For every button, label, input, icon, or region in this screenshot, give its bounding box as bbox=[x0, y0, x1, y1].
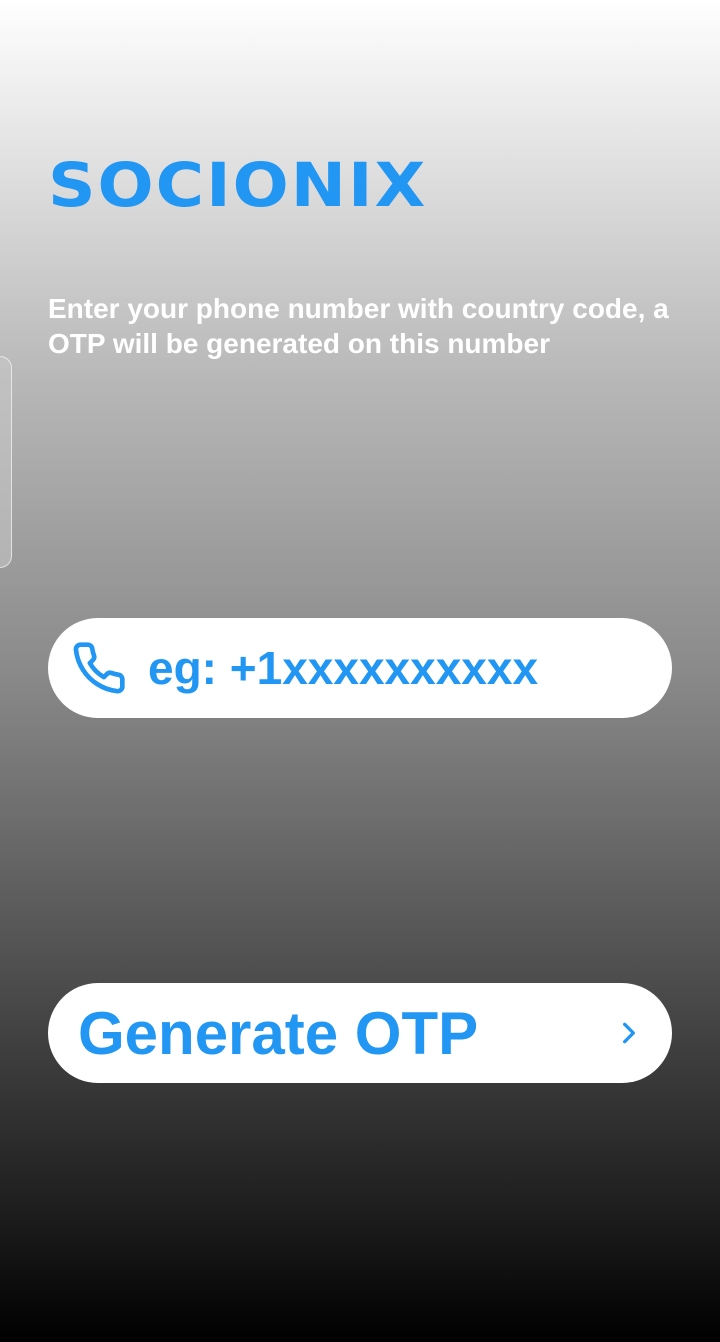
chevron-right-icon bbox=[614, 1018, 644, 1048]
instructions-text: Enter your phone number with country cod… bbox=[48, 293, 669, 359]
phone-number-input[interactable] bbox=[148, 641, 618, 695]
generate-otp-button[interactable]: Generate OTP bbox=[48, 983, 672, 1083]
phone-number-field[interactable] bbox=[48, 618, 672, 718]
side-drawer-handle[interactable] bbox=[0, 356, 12, 568]
app-logo-text: SOCIONIX bbox=[48, 150, 428, 221]
generate-otp-label: Generate OTP bbox=[78, 999, 479, 1067]
phone-icon bbox=[70, 639, 128, 697]
